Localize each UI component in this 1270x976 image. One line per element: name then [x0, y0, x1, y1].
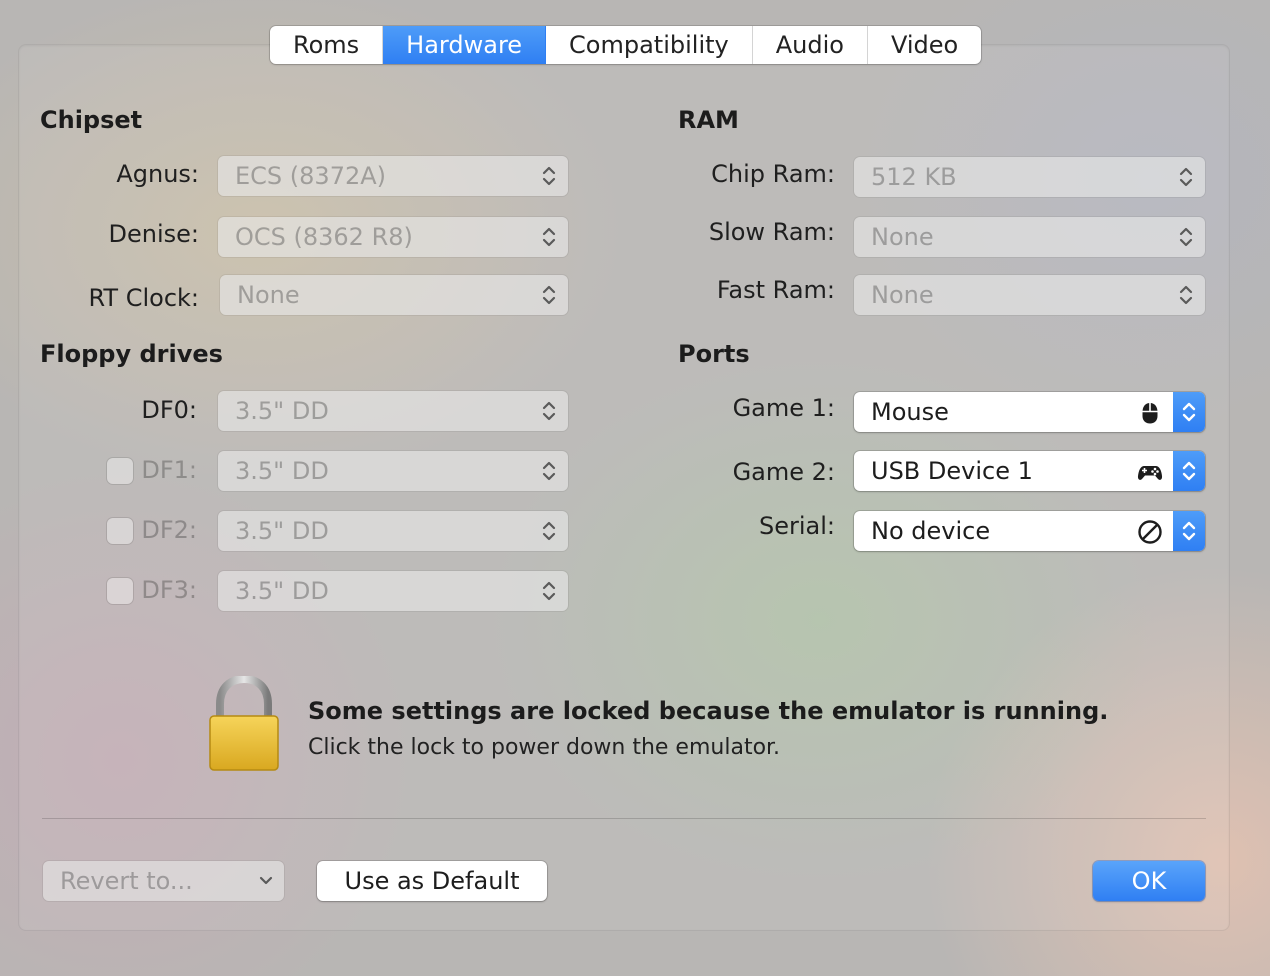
- df3-popup[interactable]: 3.5" DD: [218, 571, 568, 611]
- denise-popup[interactable]: OCS (8362 R8): [218, 217, 568, 257]
- chip-ram-popup[interactable]: 512 KB: [854, 157, 1205, 197]
- serial-value: No device: [871, 517, 991, 545]
- rtclock-value: None: [237, 281, 300, 309]
- lock-icon[interactable]: [208, 676, 280, 772]
- up-down-chevron-icon: [542, 581, 556, 601]
- game1-label: Game 1:: [732, 394, 835, 422]
- tab-hardware[interactable]: Hardware: [383, 26, 547, 64]
- df3-value: 3.5" DD: [235, 577, 329, 605]
- agnus-popup[interactable]: ECS (8372A): [218, 156, 568, 196]
- df0-popup[interactable]: 3.5" DD: [218, 391, 568, 431]
- denise-value: OCS (8362 R8): [235, 223, 413, 251]
- serial-label: Serial:: [759, 512, 835, 540]
- game1-value: Mouse: [871, 398, 949, 426]
- df2-checkbox[interactable]: [107, 518, 133, 544]
- df3-label: DF3:: [141, 576, 197, 604]
- up-down-chevron-icon: [542, 227, 556, 247]
- df0-label: DF0:: [141, 396, 197, 424]
- fast-ram-popup[interactable]: None: [854, 275, 1205, 315]
- ok-button[interactable]: OK: [1093, 861, 1205, 901]
- tab-compatibility[interactable]: Compatibility: [546, 26, 753, 64]
- chip-ram-label: Chip Ram:: [711, 160, 835, 188]
- game2-stepper[interactable]: [1173, 451, 1205, 491]
- up-down-chevron-icon: [542, 285, 556, 305]
- df2-popup[interactable]: 3.5" DD: [218, 511, 568, 551]
- up-down-chevron-icon: [1179, 227, 1193, 247]
- slow-ram-popup[interactable]: None: [854, 217, 1205, 257]
- lock-subtitle: Click the lock to power down the emulato…: [308, 735, 781, 760]
- up-down-chevron-icon: [542, 521, 556, 541]
- slow-ram-value: None: [871, 223, 934, 251]
- chip-ram-value: 512 KB: [871, 163, 957, 191]
- lock-title: Some settings are locked because the emu…: [308, 697, 1109, 725]
- df2-label: DF2:: [141, 516, 197, 544]
- use-as-default-button[interactable]: Use as Default: [317, 861, 547, 901]
- tab-audio[interactable]: Audio: [753, 26, 868, 64]
- ports-heading: Ports: [678, 340, 750, 368]
- serial-popup[interactable]: No device: [854, 511, 1205, 551]
- df1-label: DF1:: [141, 456, 197, 484]
- no-device-icon: [1138, 520, 1162, 544]
- tab-bar: Roms Hardware Compatibility Audio Video: [270, 26, 982, 64]
- revert-popup[interactable]: Revert to...: [43, 861, 284, 901]
- game2-label: Game 2:: [732, 458, 835, 486]
- up-down-chevron-icon: [1179, 167, 1193, 187]
- game1-popup[interactable]: Mouse: [854, 392, 1205, 432]
- df1-value: 3.5" DD: [235, 457, 329, 485]
- game2-popup[interactable]: USB Device 1: [854, 451, 1205, 491]
- up-down-chevron-icon: [542, 461, 556, 481]
- gamepad-icon: [1137, 466, 1163, 480]
- ram-heading: RAM: [678, 106, 739, 134]
- tab-roms[interactable]: Roms: [270, 26, 384, 64]
- up-down-chevron-icon: [1182, 521, 1196, 541]
- denise-label: Denise:: [108, 220, 199, 248]
- rtclock-popup[interactable]: None: [220, 275, 568, 315]
- up-down-chevron-icon: [1182, 402, 1196, 422]
- revert-label: Revert to...: [60, 867, 193, 895]
- mouse-icon: [1142, 403, 1158, 424]
- up-down-chevron-icon: [542, 166, 556, 186]
- up-down-chevron-icon: [1179, 285, 1193, 305]
- slow-ram-label: Slow Ram:: [708, 218, 835, 246]
- chevron-down-icon: [259, 876, 273, 885]
- tab-video[interactable]: Video: [868, 26, 981, 64]
- fast-ram-value: None: [871, 281, 934, 309]
- game2-value: USB Device 1: [871, 457, 1033, 485]
- df2-value: 3.5" DD: [235, 517, 329, 545]
- divider: [42, 818, 1206, 819]
- df0-value: 3.5" DD: [235, 397, 329, 425]
- up-down-chevron-icon: [1182, 461, 1196, 481]
- fast-ram-label: Fast Ram:: [716, 276, 835, 304]
- serial-stepper[interactable]: [1173, 511, 1205, 551]
- up-down-chevron-icon: [542, 401, 556, 421]
- game1-stepper[interactable]: [1173, 392, 1205, 432]
- floppy-heading: Floppy drives: [40, 340, 223, 368]
- agnus-label: Agnus:: [116, 160, 199, 188]
- df3-checkbox[interactable]: [107, 578, 133, 604]
- chipset-heading: Chipset: [40, 106, 143, 134]
- rtclock-label: RT Clock:: [88, 284, 199, 312]
- agnus-value: ECS (8372A): [235, 162, 387, 190]
- df1-popup[interactable]: 3.5" DD: [218, 451, 568, 491]
- df1-checkbox[interactable]: [107, 458, 133, 484]
